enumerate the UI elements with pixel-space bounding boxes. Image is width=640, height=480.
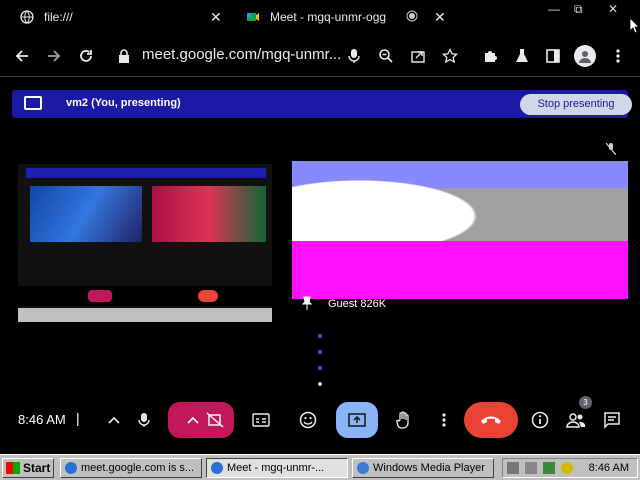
url-text[interactable]: meet.google.com/mgq-unmr... (142, 46, 341, 63)
side-panel-icon[interactable] (543, 46, 563, 66)
start-label: Start (23, 461, 51, 475)
meeting-info-icon[interactable] (522, 402, 558, 438)
taskbar-item-label: meet.google.com is s... (81, 462, 195, 474)
self-screen-share-tile[interactable] (18, 128, 272, 322)
meeting-clock: 8:46 AM (18, 412, 66, 427)
loading-dot (318, 382, 322, 386)
lock-icon[interactable] (114, 46, 134, 66)
media-player-icon (357, 462, 369, 474)
browser-toolbar: meet.google.com/mgq-unmr... (0, 36, 640, 76)
extensions-puzzle-icon[interactable] (480, 46, 500, 66)
window-close-button[interactable]: ✕ (608, 2, 618, 16)
present-screen-icon (24, 96, 42, 110)
presenting-label: vm2 (You, presenting) (66, 97, 181, 109)
leave-call-button[interactable] (464, 402, 518, 438)
chat-icon[interactable] (594, 402, 630, 438)
bookmark-star-icon[interactable] (440, 46, 460, 66)
mirrored-tile-left (30, 186, 142, 242)
mic-off-icon (605, 142, 617, 158)
emoji-reaction-icon[interactable] (290, 402, 326, 438)
tab-meet-close-icon[interactable]: ✕ (434, 9, 446, 26)
windows-logo-icon (6, 462, 20, 474)
zoom-icon[interactable] (376, 46, 396, 66)
taskbar-item-media-player[interactable]: Windows Media Player (352, 458, 494, 478)
chrome-icon (211, 462, 223, 474)
windows-taskbar: Start meet.google.com is s... Meet - mgq… (0, 454, 640, 480)
captions-icon[interactable] (243, 402, 279, 438)
guest-video-tile[interactable] (292, 137, 628, 299)
tab-file-title: file:/// (44, 10, 73, 24)
microphone-icon[interactable] (344, 46, 364, 66)
pin-icon[interactable] (301, 296, 313, 313)
system-tray: 8:46 AM (502, 458, 638, 478)
mirrored-tile-right (152, 186, 266, 242)
security-icon[interactable] (561, 462, 573, 474)
mirrored-browser-chrome (18, 128, 272, 164)
taskbar-item-label: Windows Media Player (373, 462, 485, 474)
tab-file[interactable]: file:/// ✕ (20, 4, 230, 30)
mirrored-camera-icon (88, 290, 112, 302)
mirrored-banner (26, 168, 266, 178)
globe-icon (20, 10, 34, 24)
stop-presenting-button[interactable]: Stop presenting (520, 94, 632, 115)
taskbar-item-label: Meet - mgq-unmr-... (227, 462, 325, 474)
taskbar-item-meet-sharing[interactable]: meet.google.com is s... (60, 458, 202, 478)
taskbar-item-meet-tab[interactable]: Meet - mgq-unmr-... (206, 458, 348, 478)
browser-tab-strip: file:/// ✕ Meet - mgq-unmr-ogg ✕ — ⧉ ✕ (0, 0, 640, 36)
forward-arrow-icon[interactable] (44, 46, 64, 66)
share-icon[interactable] (408, 46, 428, 66)
mirrored-hangup-icon (198, 290, 218, 302)
mouse-cursor-icon (629, 17, 640, 39)
loading-dot (318, 350, 322, 354)
tab-file-close-icon[interactable]: ✕ (210, 9, 222, 26)
mirrored-taskbar (18, 308, 272, 322)
back-arrow-icon[interactable] (12, 46, 32, 66)
tab-meet-title: Meet - mgq-unmr-ogg (270, 10, 387, 24)
loading-dot (318, 366, 322, 370)
profile-avatar-icon[interactable] (574, 45, 596, 67)
more-options-icon[interactable] (426, 402, 462, 438)
reload-icon[interactable] (76, 46, 96, 66)
mirrored-control-bar (18, 286, 272, 306)
restore-button[interactable]: ⧉ (574, 2, 583, 17)
guest-video-feed (292, 161, 628, 299)
volume-icon[interactable] (525, 462, 537, 474)
camera-off-button[interactable] (168, 402, 234, 438)
raise-hand-icon[interactable] (386, 402, 422, 438)
tab-meet[interactable]: Meet - mgq-unmr-ogg ✕ (246, 4, 456, 30)
taskbar-clock[interactable]: 8:46 AM (589, 462, 629, 474)
microphone-button[interactable] (126, 402, 162, 438)
presenting-banner: vm2 (You, presenting) Stop presenting (12, 90, 632, 118)
minimize-button[interactable]: — (548, 2, 560, 16)
recording-icon (406, 9, 418, 25)
chrome-icon (65, 462, 77, 474)
loading-dot (318, 334, 322, 338)
browser-menu-icon[interactable] (608, 46, 628, 66)
meet-icon (246, 10, 260, 24)
labs-flask-icon[interactable] (512, 46, 532, 66)
participant-count-badge: 3 (579, 396, 592, 409)
guest-name-label: Guest 826K (328, 298, 387, 310)
clock-separator: | (76, 410, 80, 426)
present-now-button[interactable] (336, 402, 378, 438)
keyboard-icon[interactable] (507, 462, 519, 474)
network-icon[interactable] (543, 462, 555, 474)
start-button[interactable]: Start (2, 458, 54, 478)
toolbar-divider (0, 76, 640, 77)
